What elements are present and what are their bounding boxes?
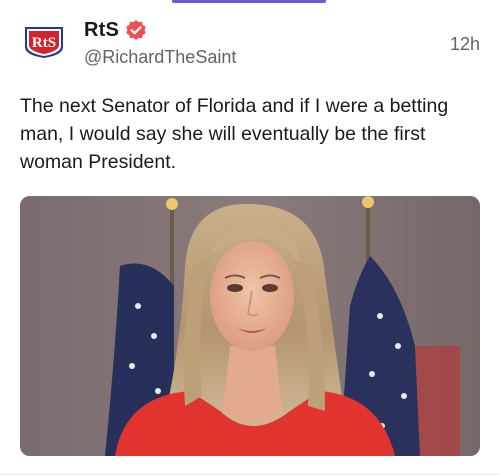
- post-card[interactable]: RtS RtS @RichardTheSaint 12h The next Se…: [0, 0, 500, 475]
- post-timestamp[interactable]: 12h: [450, 34, 480, 55]
- post-photo[interactable]: [20, 196, 480, 456]
- author-handle[interactable]: @RichardTheSaint: [84, 47, 236, 68]
- photo-icon: [20, 196, 480, 456]
- rts-logo-icon: RtS: [25, 27, 63, 58]
- avatar[interactable]: RtS: [22, 25, 66, 59]
- author-name-row: RtS: [84, 17, 147, 43]
- verified-badge-icon: [125, 19, 147, 41]
- post-text: The next Senator of Florida and if I wer…: [20, 95, 449, 173]
- svg-text:RtS: RtS: [32, 35, 56, 51]
- author-display-name[interactable]: RtS: [84, 19, 119, 42]
